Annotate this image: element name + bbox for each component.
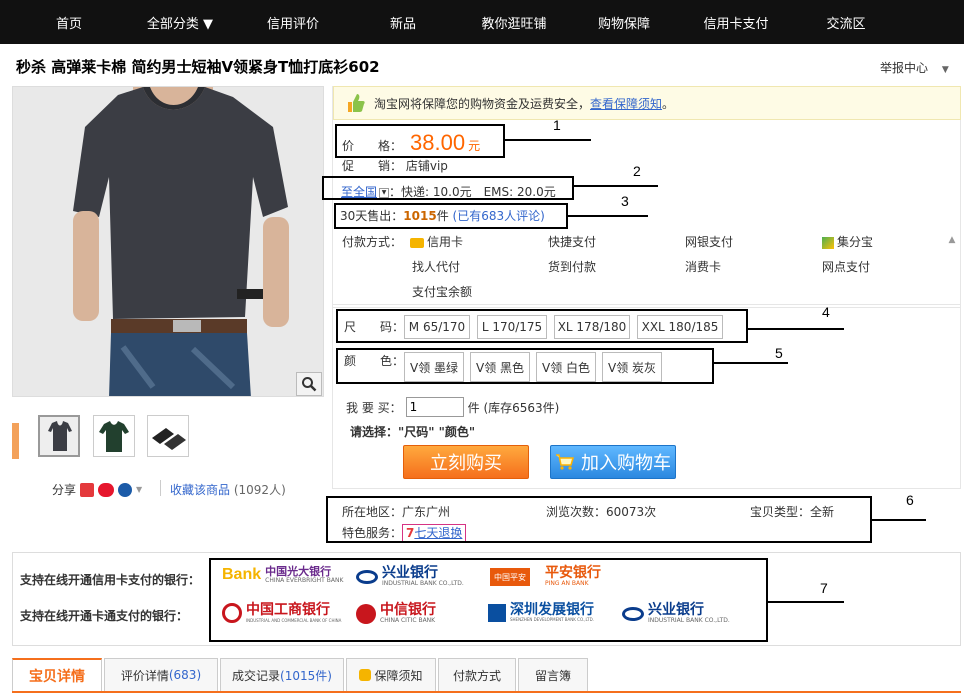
tab-message-board[interactable]: 留言簿: [518, 658, 588, 691]
pay-consumer-card: 消费卡: [685, 260, 722, 274]
renren-share-icon[interactable]: [118, 482, 133, 497]
annotation-box-3: [334, 203, 568, 229]
share-bar: 分享 ▼: [52, 481, 142, 498]
pay-cod: 货到付款: [548, 260, 597, 274]
annotation-number-1: 1: [553, 117, 561, 133]
pay-alipay-balance: 支付宝余额: [412, 285, 473, 299]
annotation-line-4: [748, 328, 844, 330]
nav-credit-rating[interactable]: 信用评价: [258, 13, 328, 32]
protection-link[interactable]: 查看保障须知: [590, 97, 662, 111]
quantity-input[interactable]: [405, 397, 464, 417]
more-share-icon[interactable]: ▼: [136, 485, 142, 494]
annotation-box-4: [336, 309, 748, 343]
thumb-green-tshirt: [94, 416, 134, 456]
detail-tabs: 宝贝详情 评价详情 (683) 成交记录 (1015件) 保障须知 付款方式 留言簿: [12, 656, 961, 693]
annotation-line-2: [574, 185, 658, 187]
nav-new[interactable]: 新品: [380, 13, 426, 32]
nav-credit-card-pay[interactable]: 信用卡支付: [698, 13, 774, 32]
promo-label: 促 销：: [342, 159, 403, 173]
guarantee-thumb-icon: [359, 669, 372, 681]
pay-credit-card: 信用卡: [410, 233, 463, 250]
thumb-tshirt-model: [40, 417, 78, 455]
share-label: 分享: [52, 483, 77, 497]
annotation-number-4: 4: [822, 304, 830, 320]
jifenbao-icon: [822, 236, 834, 249]
promo-value: 店铺vip: [405, 159, 448, 173]
annotation-box-1: [335, 124, 505, 158]
report-center-label: 举报中心: [880, 61, 929, 75]
cart-icon: [556, 454, 574, 470]
zoom-button[interactable]: [296, 372, 322, 396]
pay-outlet: 网点支付: [822, 260, 871, 274]
payment-label: 付款方式：: [342, 235, 403, 249]
annotation-number-5: 5: [775, 345, 783, 361]
taobao-share-icon[interactable]: [80, 482, 95, 497]
quantity-row: 我 要 买： 件 (库存6563件): [346, 397, 559, 417]
buy-now-button[interactable]: 立刻购买: [403, 445, 529, 479]
notice-text: 淘宝网将保障您的购物资金及运费安全，查看保障须知。: [374, 96, 675, 111]
scroll-up-icon[interactable]: ▲: [946, 234, 958, 246]
report-center[interactable]: 举报中心 ▼: [880, 59, 949, 76]
annotation-line-5: [714, 362, 788, 364]
tab-payment[interactable]: 付款方式: [438, 658, 516, 691]
thumbnail-3[interactable]: [147, 415, 189, 457]
favorite-count: (1092人): [233, 483, 286, 497]
annotation-line-6: [872, 519, 926, 521]
annotation-number-2: 2: [633, 163, 641, 179]
annotation-box-6: [326, 496, 872, 543]
annotation-line-1: [505, 139, 591, 141]
credit-card-icon: [410, 237, 424, 248]
annotation-line-3: [568, 215, 648, 217]
favorite-item[interactable]: 收藏该商品 (1092人): [170, 481, 286, 498]
weibo-share-icon[interactable]: [98, 482, 115, 497]
credit-bank-label: 支持在线开通信用卡支付的银行：: [20, 573, 201, 587]
main-product-image[interactable]: [12, 86, 324, 397]
annotation-number-3: 3: [621, 193, 629, 209]
thumb-prev-arrow[interactable]: [12, 423, 19, 459]
annotation-line-7: [768, 601, 844, 603]
add-to-cart-label: 加入购物车: [581, 453, 671, 474]
magnifier-icon: [302, 377, 317, 392]
promo-row: 促 销： 店铺vip: [342, 157, 448, 174]
add-to-cart-button[interactable]: 加入购物车: [550, 445, 676, 479]
thumbs-up-icon: [348, 94, 365, 112]
stock-info: 件 (库存6563件): [467, 400, 560, 415]
thumbnail-2[interactable]: [93, 415, 135, 457]
share-divider: [160, 480, 161, 496]
nav-all-categories[interactable]: 全部分类 ▼: [140, 13, 220, 32]
pay-quick: 快捷支付: [548, 235, 597, 249]
debit-bank-label: 支持在线开通卡通支付的银行：: [20, 609, 189, 623]
pay-jifenbao: 集分宝: [822, 233, 873, 250]
annotation-box-5: [336, 348, 714, 384]
annotation-box-2: [322, 176, 574, 200]
thumb-folded-tshirt: [148, 416, 188, 456]
thumbnail-1[interactable]: [38, 415, 80, 457]
top-nav: 首页 全部分类 ▼ 信用评价 新品 教你逛旺铺 购物保障 信用卡支付 交流区: [0, 0, 964, 44]
protection-notice: 淘宝网将保障您的购物资金及运费安全，查看保障须知。: [333, 86, 961, 120]
selection-prompt: 请选择："尺码" "颜色": [350, 425, 476, 439]
pay-netbank: 网银支付: [685, 235, 734, 249]
annotation-box-7: [209, 558, 768, 642]
tab-transactions[interactable]: 成交记录 (1015件): [220, 658, 344, 691]
annotation-number-7: 7: [820, 580, 828, 596]
tshirt-photo: [13, 87, 323, 396]
annotation-number-6: 6: [906, 492, 914, 508]
caret-down-icon: ▼: [941, 65, 949, 75]
favorite-link[interactable]: 收藏该商品: [170, 483, 230, 497]
tab-guarantee[interactable]: 保障须知: [346, 658, 436, 691]
tab-item-details[interactable]: 宝贝详情: [12, 658, 102, 691]
nav-shop-guide[interactable]: 教你逛旺铺: [476, 13, 552, 32]
quantity-label: 我 要 买：: [346, 400, 402, 415]
nav-community[interactable]: 交流区: [818, 13, 874, 32]
nav-home[interactable]: 首页: [40, 13, 98, 32]
tab-reviews[interactable]: 评价详情 (683): [104, 658, 218, 691]
pay-proxy: 找人代付: [412, 260, 461, 274]
nav-protection[interactable]: 购物保障: [592, 13, 656, 32]
product-title: 秒杀 高弹莱卡棉 简约男士短袖V领紧身T恤打底衫602: [16, 58, 380, 76]
